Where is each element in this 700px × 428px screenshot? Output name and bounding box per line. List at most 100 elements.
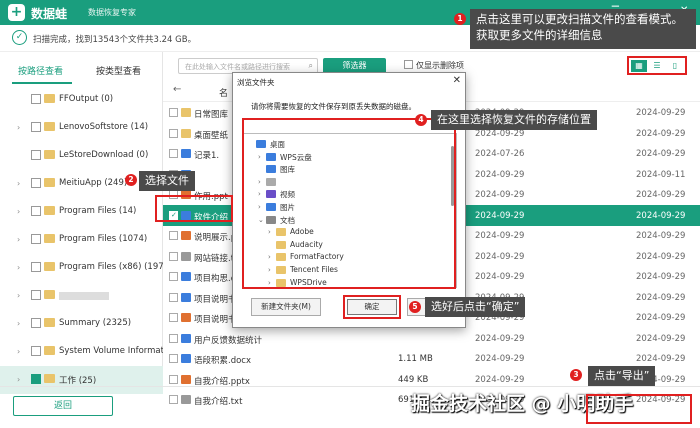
- annotation-note: 点击“导出”: [588, 366, 656, 386]
- file-date-created: 2024-09-29: [475, 354, 525, 364]
- row-checkbox[interactable]: [169, 292, 178, 302]
- detail-view-icon[interactable]: ▯: [667, 60, 683, 72]
- row-checkbox[interactable]: [169, 231, 178, 240]
- tree-item[interactable]: › Summary (2325): [0, 310, 163, 338]
- checkbox[interactable]: [31, 206, 41, 216]
- tree-item-label: FFOutput (0): [59, 94, 114, 104]
- tree-item-label: MeitiuApp (249): [59, 178, 128, 188]
- app-brand: 数据蛙: [31, 7, 68, 21]
- file-date-modified: 2024-09-29: [636, 128, 686, 139]
- tree-item[interactable]: FFOutput (0): [0, 86, 163, 114]
- file-date-modified: 2024-09-29: [636, 108, 686, 118]
- folder-icon: [44, 290, 55, 299]
- search-icon[interactable]: ⌕: [309, 61, 313, 71]
- row-checkbox[interactable]: [169, 251, 178, 261]
- checkbox[interactable]: [31, 150, 41, 160]
- tree-item[interactable]: › Program Files (x86) (1976): [0, 254, 163, 282]
- checkbox[interactable]: [31, 122, 41, 132]
- chevron-right-icon[interactable]: ›: [17, 179, 20, 188]
- row-checkbox[interactable]: [169, 333, 178, 343]
- checkbox[interactable]: [31, 178, 41, 188]
- checkbox[interactable]: [31, 346, 41, 356]
- file-name: 记录1.: [194, 151, 220, 161]
- folder-icon: [44, 262, 55, 271]
- row-checkbox[interactable]: [169, 128, 178, 138]
- tree-item[interactable]: › Program Files (1074): [0, 226, 163, 254]
- file-icon: [181, 231, 191, 240]
- ok-button[interactable]: 确定: [347, 299, 397, 315]
- row-checkbox[interactable]: [169, 149, 178, 158]
- folder-icon: [44, 94, 55, 103]
- grid-view-icon[interactable]: ▦: [631, 60, 647, 72]
- list-view-icon[interactable]: ☰: [649, 60, 665, 72]
- chevron-right-icon[interactable]: ›: [17, 375, 20, 384]
- chevron-right-icon[interactable]: ›: [17, 263, 20, 272]
- folder-icon: [44, 122, 55, 131]
- row-checkbox[interactable]: [169, 272, 178, 281]
- checkbox[interactable]: [31, 234, 41, 244]
- search-placeholder: 在此处输入文件名或路径进行搜索: [185, 63, 290, 71]
- row-checkbox[interactable]: [169, 108, 178, 117]
- checkbox[interactable]: [31, 290, 41, 300]
- chevron-right-icon[interactable]: ›: [17, 123, 20, 132]
- file-name: 用户反馈数据统计: [194, 335, 263, 346]
- folder-icon: [181, 108, 191, 117]
- file-date-modified: 2024-09-11: [636, 169, 686, 180]
- file-name: 自我介绍.pptx: [194, 376, 250, 387]
- chevron-right-icon[interactable]: ›: [17, 291, 20, 300]
- checkbox[interactable]: [31, 94, 41, 104]
- tab-by-path[interactable]: 按路径查看: [18, 64, 63, 77]
- table-row[interactable]: 用户反馈数据统计 2024-09-29 2024-09-29: [163, 328, 700, 349]
- file-date-modified: 2024-09-29: [636, 190, 686, 200]
- tree-item[interactable]: › Program Files (14): [0, 198, 163, 226]
- tree-item[interactable]: LeStoreDownload (0): [0, 142, 163, 170]
- file-size: 449 KB: [398, 374, 429, 385]
- checkbox[interactable]: [31, 318, 41, 328]
- new-folder-button[interactable]: 新建文件夹(M): [251, 298, 321, 316]
- file-date-modified: 2024-09-29: [636, 272, 686, 282]
- tab-by-type[interactable]: 按类型查看: [96, 64, 141, 77]
- step-badge: 2: [125, 174, 137, 186]
- tree-item[interactable]: › System Volume Informati: [0, 338, 163, 366]
- file-date-created: 2024-07-26: [475, 149, 525, 159]
- file-icon: [181, 251, 191, 261]
- column-header-name[interactable]: 名: [219, 86, 228, 99]
- tree-item[interactable]: ›: [0, 282, 163, 310]
- chevron-right-icon[interactable]: ›: [17, 319, 20, 328]
- dialog-title: 浏览文件夹: [237, 78, 275, 87]
- chevron-right-icon[interactable]: ›: [17, 347, 20, 356]
- file-icon: [181, 333, 191, 343]
- file-icon: [181, 354, 191, 363]
- folder-icon: [44, 346, 55, 355]
- chevron-right-icon[interactable]: ›: [17, 235, 20, 244]
- file-date-created: 2024-09-29: [475, 333, 525, 344]
- export-button-highlight[interactable]: [586, 394, 692, 424]
- row-checkbox[interactable]: [169, 374, 178, 384]
- tree-item-label: 工作 (25): [59, 376, 97, 386]
- file-icon: [181, 272, 191, 281]
- checkbox[interactable]: [31, 374, 41, 384]
- tree-item-label: Program Files (x86) (1976): [59, 262, 163, 272]
- tree-item-label: System Volume Informati: [59, 346, 163, 356]
- row-checkbox[interactable]: [169, 354, 178, 363]
- only-deleted-checkbox[interactable]: [404, 60, 413, 69]
- tree-item[interactable]: › LenovoSoftstore (14): [0, 114, 163, 142]
- dialog-description: 请你将需要恢复的文件保存到原丢失数据的磁盘。: [251, 102, 416, 111]
- folder-icon: [44, 206, 55, 215]
- app-tagline: 数据恢复专家: [88, 8, 136, 17]
- file-name: 项目说明书: [194, 294, 237, 305]
- file-name: 日常图库: [194, 110, 229, 120]
- file-date-created: 2024-09-29: [475, 190, 525, 200]
- back-button[interactable]: 返回: [13, 396, 113, 416]
- file-name: 网站链接.t: [194, 253, 235, 264]
- step-badge: 4: [415, 114, 427, 126]
- back-arrow-icon[interactable]: ←: [173, 84, 181, 95]
- annotation-note: 选好后点击“确定”: [425, 297, 526, 317]
- chevron-right-icon[interactable]: ›: [17, 207, 20, 216]
- dialog-close-icon[interactable]: ✕: [453, 75, 461, 86]
- file-date-created: 2024-09-29: [475, 251, 525, 262]
- sidebar-tabs: 按路径查看 按类型查看: [0, 52, 163, 86]
- checkbox[interactable]: [31, 262, 41, 272]
- row-checkbox[interactable]: [169, 313, 178, 322]
- tree-item-label: Program Files (1074): [59, 234, 148, 244]
